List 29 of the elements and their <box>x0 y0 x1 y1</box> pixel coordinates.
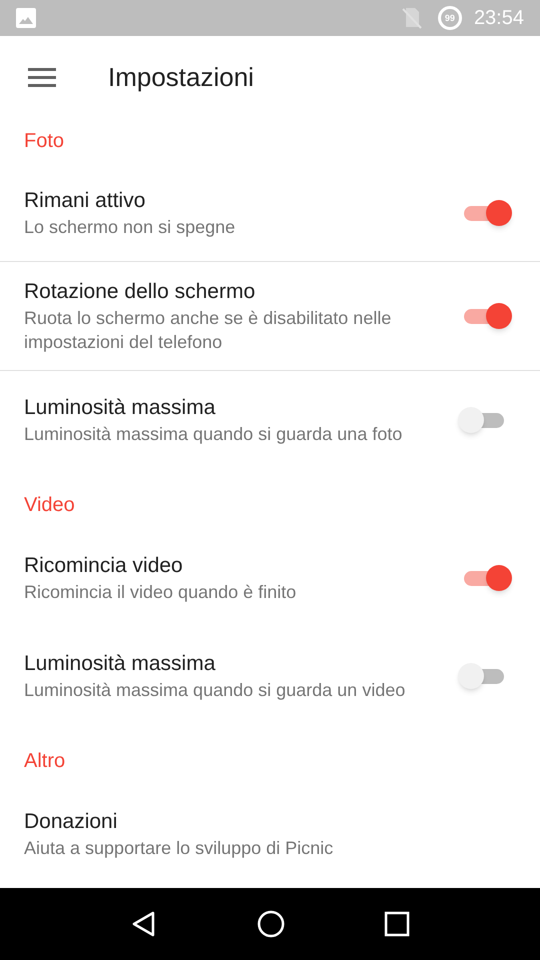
settings-item[interactable]: Luminosità massima Luminosità massima quando si guarda una foto <box>0 371 540 469</box>
battery-indicator: 99 <box>438 6 462 30</box>
menu-icon[interactable] <box>28 67 56 87</box>
item-title: Donazioni <box>24 809 118 835</box>
settings-item[interactable]: Ricomincia video Ricomincia il video quando è finito <box>0 529 540 627</box>
section-header: Foto <box>24 129 64 154</box>
item-summary: Lo schermo non si spegne <box>24 216 236 238</box>
item-title: Rotazione dello schermo <box>24 279 256 305</box>
item-summary: Luminosità massima quando si guarda una foto <box>24 423 404 446</box>
item-summary: Aiuta a supportare lo sviluppo di Picnic <box>24 837 334 860</box>
settings-item[interactable]: Rotazione dello schermo Ruota lo schermo anche se è disabilitato nelle impostazioni del telefono <box>0 262 540 371</box>
clock: 23:54 <box>474 6 524 31</box>
settings-item[interactable]: Donazioni Aiuta a supportare lo sviluppo di Picnic <box>0 785 540 883</box>
section-header: Video <box>24 493 75 518</box>
image-icon <box>16 8 36 28</box>
item-title: Luminosità massima <box>24 395 216 421</box>
item-title: Rimani attivo <box>24 188 146 214</box>
item-summary: Luminosità massima quando si guarda un video <box>24 679 406 702</box>
section-header: Altro <box>24 749 66 774</box>
settings-item[interactable]: Luminosità massima Luminosità massima quando si guarda un video <box>0 627 540 725</box>
settings-item[interactable]: Rimani attivo Lo schermo non si spegne <box>0 164 540 262</box>
item-title: Luminosità massima <box>24 651 216 677</box>
home-icon[interactable] <box>256 910 285 938</box>
item-title: Ricomincia video <box>24 553 184 579</box>
recents-icon[interactable] <box>384 911 410 937</box>
screen-title: Impostazioni <box>108 60 254 94</box>
item-summary: Ricomincia il video quando è finito <box>24 581 298 604</box>
item-summary: Ruota lo schermo anche se è disabilitato nelle impostazioni del telefono <box>24 307 392 354</box>
no-sim-icon <box>402 7 422 29</box>
